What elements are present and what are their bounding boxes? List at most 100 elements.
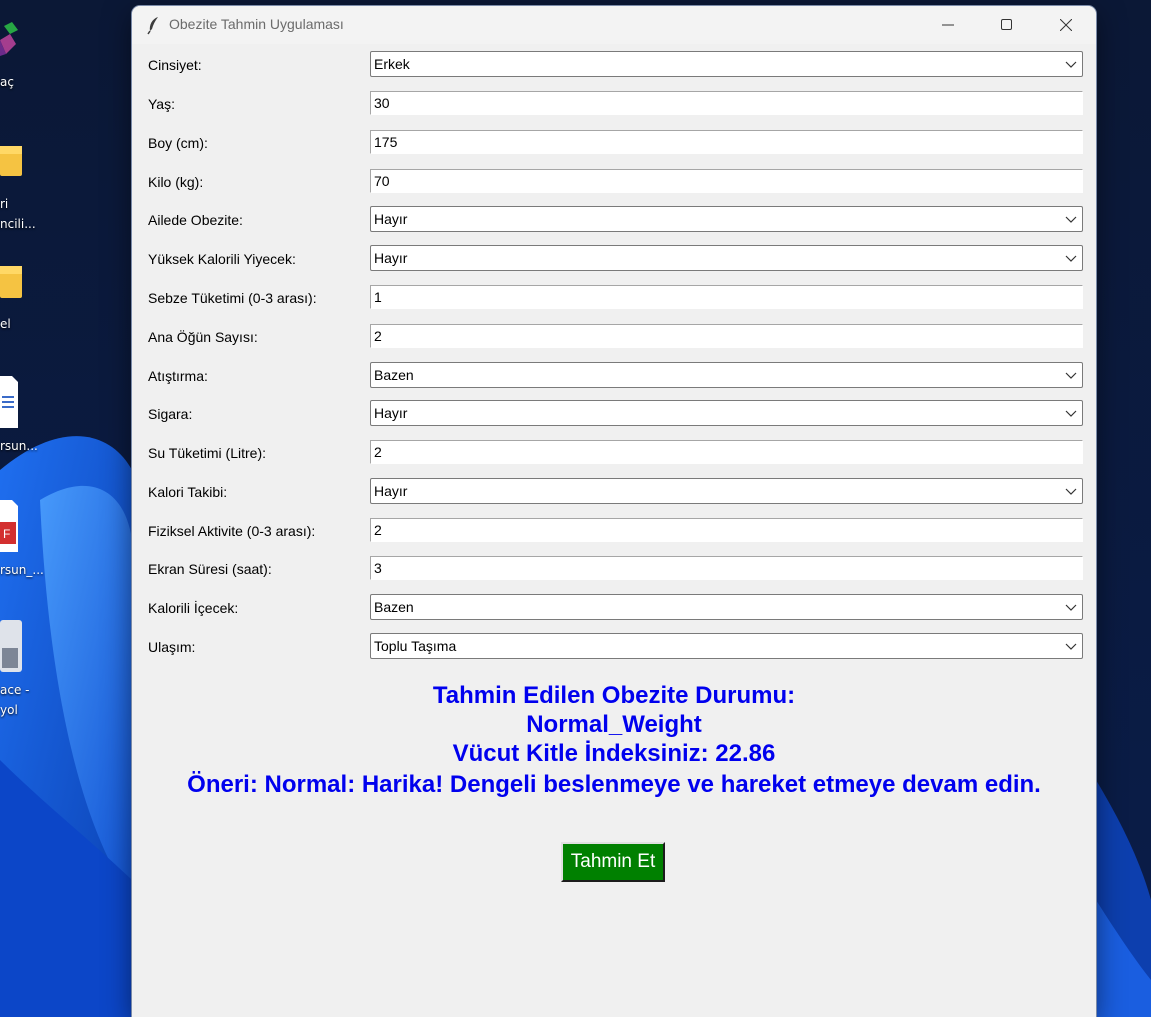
field-label: Cinsiyet: [148, 57, 202, 73]
title-bar[interactable]: Obezite Tahmin Uygulaması [132, 6, 1096, 44]
form-row-sebze: Sebze Tüketimi (0-3 arası): 1 [132, 285, 1096, 313]
height-input[interactable]: 175 [370, 130, 1083, 154]
select-value: Bazen [374, 599, 414, 615]
result-status: Normal_Weight [526, 711, 702, 738]
select-value: Toplu Taşıma [374, 638, 457, 654]
field-label: Yüksek Kalorili Yiyecek: [148, 251, 296, 267]
desktop-icon-label: rsun... [0, 439, 38, 453]
result-advice: Öneri: Normal: Harika! Dengeli beslenmey… [187, 771, 1041, 798]
input-value: 2 [374, 522, 382, 538]
desktop-icon-label-2: ncili... [0, 217, 36, 231]
feather-icon [144, 15, 164, 35]
family-obesity-select[interactable]: Hayır [370, 206, 1083, 232]
input-value: 30 [374, 95, 390, 111]
app-window: Obezite Tahmin Uygulaması Cinsiyet: Erke… [132, 6, 1096, 1017]
input-value: 1 [374, 289, 382, 305]
desktop-icon-label-2: yol [0, 703, 18, 717]
field-label: Kalorili İçecek: [148, 600, 239, 616]
form-row-ana-ogun: Ana Öğün Sayısı: 2 [132, 324, 1096, 352]
chevron-down-icon[interactable] [1062, 248, 1080, 268]
chevron-down-icon[interactable] [1062, 481, 1080, 501]
field-label: Ana Öğün Sayısı: [148, 329, 258, 345]
desktop-icon-4[interactable]: rsun... [0, 374, 44, 453]
smoking-select[interactable]: Hayır [370, 400, 1083, 426]
predict-button[interactable]: Tahmin Et [561, 842, 665, 882]
field-label: Su Tüketimi (Litre): [148, 445, 266, 461]
main-meals-input[interactable]: 2 [370, 324, 1083, 348]
desktop-icon-label: aç [0, 75, 14, 89]
gender-select[interactable]: Erkek [370, 51, 1083, 77]
weight-input[interactable]: 70 [370, 169, 1083, 193]
save-icon [0, 618, 44, 677]
close-button[interactable] [1037, 6, 1095, 44]
close-icon [1059, 16, 1073, 35]
desktop-icon-6[interactable]: ace - yol [0, 618, 44, 717]
field-label: Boy (cm): [148, 135, 208, 151]
select-value: Erkek [374, 56, 410, 72]
form-row-atistirma: Atıştırma: Bazen [132, 362, 1096, 391]
result-heading: Tahmin Edilen Obezite Durumu: [432, 682, 796, 709]
maximize-button[interactable] [978, 6, 1036, 44]
form-row-yas: Yaş: 30 [132, 91, 1096, 119]
field-label: Ekran Süresi (saat): [148, 561, 272, 577]
form-row-fiziksel: Fiziksel Aktivite (0-3 arası): 2 [132, 518, 1096, 546]
field-label: Atıştırma: [148, 368, 208, 384]
calorie-tracking-select[interactable]: Hayır [370, 478, 1083, 504]
desktop-icon-label: ace - [0, 683, 30, 697]
select-value: Hayır [374, 483, 408, 499]
water-consumption-input[interactable]: 2 [370, 440, 1083, 464]
form-row-kalorili-icecek: Kalorili İçecek: Bazen [132, 594, 1096, 623]
input-value: 2 [374, 444, 382, 460]
screen-time-input[interactable]: 3 [370, 556, 1083, 580]
form-row-ulasim: Ulaşım: Toplu Taşıma [132, 633, 1096, 662]
form-row-kilo: Kilo (kg): 70 [132, 169, 1096, 197]
high-calorie-food-select[interactable]: Hayır [370, 245, 1083, 271]
form-row-ailede-obezite: Ailede Obezite: Hayır [132, 206, 1096, 235]
chevron-down-icon[interactable] [1062, 597, 1080, 617]
form-row-sigara: Sigara: Hayır [132, 400, 1096, 429]
snacking-select[interactable]: Bazen [370, 362, 1083, 388]
select-value: Hayır [374, 211, 408, 227]
select-value: Bazen [374, 367, 414, 383]
chevron-down-icon[interactable] [1062, 209, 1080, 229]
field-label: Ulaşım: [148, 639, 196, 655]
input-value: 2 [374, 328, 382, 344]
desktop-icon-label: ri [0, 197, 9, 211]
age-input[interactable]: 30 [370, 91, 1083, 115]
svg-text:F: F [3, 527, 10, 541]
form-row-ekran: Ekran Süresi (saat): 3 [132, 556, 1096, 584]
form-row-su: Su Tüketimi (Litre): 2 [132, 440, 1096, 468]
desktop-icon-2[interactable]: ri ncili... [0, 140, 44, 231]
input-value: 175 [374, 134, 398, 150]
select-value: Hayır [374, 250, 408, 266]
minimize-icon [942, 16, 954, 35]
caloric-drink-select[interactable]: Bazen [370, 594, 1083, 620]
physical-activity-input[interactable]: 2 [370, 518, 1083, 542]
field-label: Sebze Tüketimi (0-3 arası): [148, 290, 317, 306]
desktop-icon-5[interactable]: F rsun_... [0, 498, 44, 577]
chevron-down-icon[interactable] [1062, 365, 1080, 385]
result-bmi: Vücut Kitle İndeksiniz: 22.86 [452, 740, 776, 767]
form-row-cinsiyet: Cinsiyet: Erkek [132, 51, 1096, 80]
chevron-down-icon[interactable] [1062, 636, 1080, 656]
folder-icon [0, 140, 44, 183]
form-row-boy: Boy (cm): 175 [132, 130, 1096, 158]
field-label: Kilo (kg): [148, 174, 204, 190]
select-value: Hayır [374, 405, 408, 421]
field-label: Ailede Obezite: [148, 212, 243, 228]
form-row-yuksek-kalorili: Yüksek Kalorili Yiyecek: Hayır [132, 245, 1096, 274]
pdf-icon: F [0, 498, 44, 557]
minimize-button[interactable] [919, 6, 977, 44]
desktop-icon-3[interactable]: el [0, 262, 44, 331]
vegetable-consumption-input[interactable]: 1 [370, 285, 1083, 309]
desktop-icon-1[interactable]: aç [0, 20, 44, 89]
input-value: 70 [374, 173, 390, 189]
input-value: 3 [374, 560, 382, 576]
transportation-select[interactable]: Toplu Taşıma [370, 633, 1083, 659]
folder-icon [0, 262, 44, 305]
window-title: Obezite Tahmin Uygulaması [169, 16, 344, 32]
document-icon [0, 374, 44, 433]
chevron-down-icon[interactable] [1062, 54, 1080, 74]
chevron-down-icon[interactable] [1062, 403, 1080, 423]
app-icon [0, 20, 44, 63]
